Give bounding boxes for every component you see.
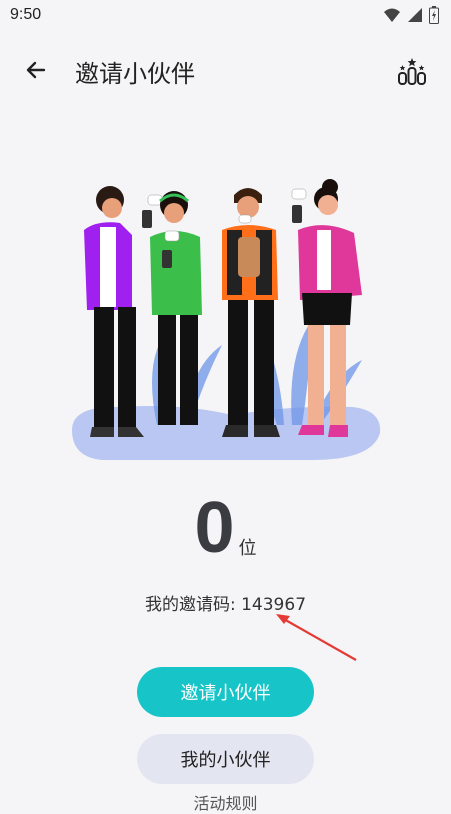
ranking-button[interactable] xyxy=(395,54,429,88)
invited-count: 0位 xyxy=(0,488,451,568)
invite-friends-button[interactable]: 邀请小伙伴 xyxy=(137,667,314,717)
back-button[interactable] xyxy=(18,52,54,88)
battery-icon xyxy=(429,6,439,24)
invite-code-line: 我的邀请码: 143967 xyxy=(0,590,451,615)
person-purple xyxy=(84,186,163,437)
ranking-icon xyxy=(398,58,426,85)
status-time: 9:50 xyxy=(10,6,42,23)
annotation-arrow-icon xyxy=(276,614,357,661)
invite-code-label: 我的邀请码: xyxy=(144,595,242,615)
back-arrow-icon xyxy=(26,61,46,79)
activity-rules-link[interactable]: 活动规则 xyxy=(0,790,451,814)
invited-count-number: 0 xyxy=(194,488,235,568)
invited-count-unit: 位 xyxy=(238,538,257,559)
page-title: 邀请小伙伴 xyxy=(75,60,195,88)
signal-icon xyxy=(408,8,422,22)
status-bar: 9:50 xyxy=(0,0,451,32)
friends-illustration xyxy=(72,179,381,460)
app-bar: 邀请小伙伴 xyxy=(0,40,451,100)
status-icons xyxy=(383,6,439,24)
person-orange xyxy=(222,188,280,437)
my-partners-button[interactable]: 我的小伙伴 xyxy=(137,734,314,784)
wifi-icon xyxy=(384,8,400,22)
